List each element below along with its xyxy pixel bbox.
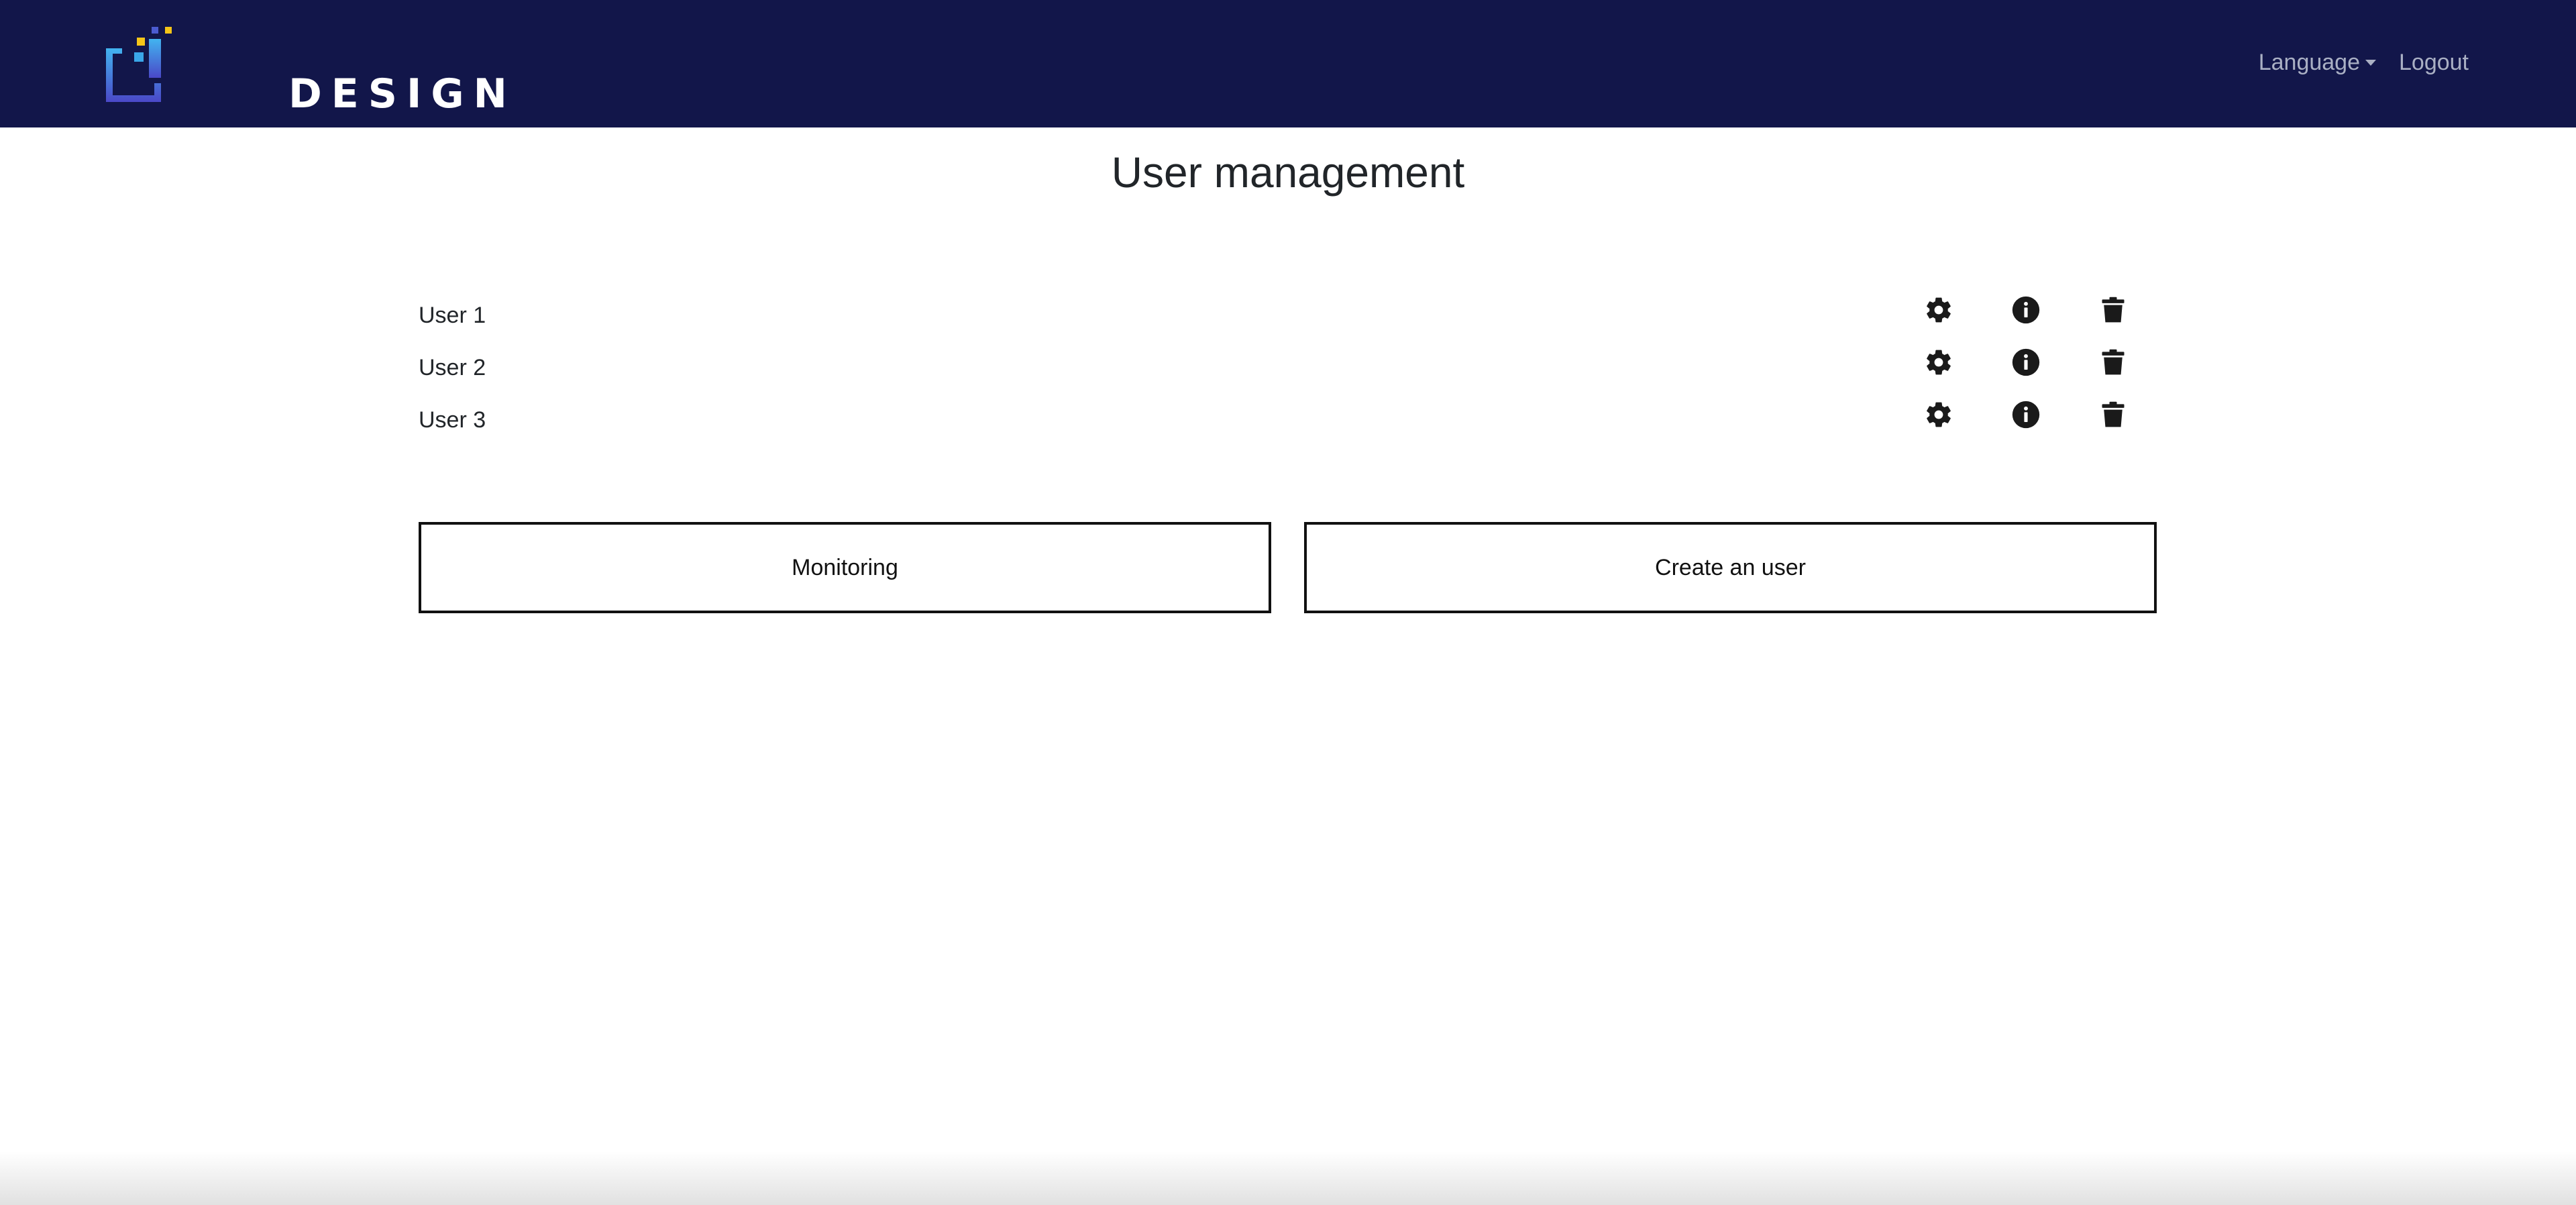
caret-down-icon	[2365, 59, 2376, 66]
logout-link[interactable]: Logout	[2399, 51, 2469, 74]
brand-logo[interactable]: DESIGN	[101, 25, 507, 114]
top-navbar: DESIGN Language Logout	[0, 0, 2576, 127]
trash-icon[interactable]	[2098, 348, 2128, 377]
gear-icon[interactable]	[1924, 295, 1953, 325]
navbar-links: Language Logout	[2259, 51, 2469, 74]
info-icon[interactable]	[2011, 348, 2041, 377]
info-icon[interactable]	[2011, 295, 2041, 325]
user-name: User 1	[419, 303, 486, 328]
page-title: User management	[1111, 148, 1465, 197]
info-icon[interactable]	[2011, 400, 2041, 429]
trash-icon[interactable]	[2098, 295, 2128, 325]
trash-icon[interactable]	[2098, 400, 2128, 429]
language-dropdown[interactable]: Language	[2259, 51, 2376, 74]
user-name: User 3	[419, 407, 486, 433]
language-label: Language	[2258, 50, 2360, 75]
gear-icon[interactable]	[1924, 348, 1953, 377]
brand-name: DESIGN	[288, 70, 517, 117]
logo-mark-icon	[106, 27, 172, 102]
monitoring-button[interactable]: Monitoring	[419, 522, 1271, 613]
user-row: User 2	[419, 348, 2157, 400]
user-name: User 2	[419, 355, 486, 380]
bottom-shadow	[0, 1151, 2576, 1205]
gear-icon[interactable]	[1924, 400, 1953, 429]
user-row: User 3	[419, 400, 2157, 452]
create-user-button[interactable]: Create an user	[1304, 522, 2157, 613]
user-list: User 1 User 2 User 3	[419, 295, 2157, 452]
user-row: User 1	[419, 295, 2157, 348]
